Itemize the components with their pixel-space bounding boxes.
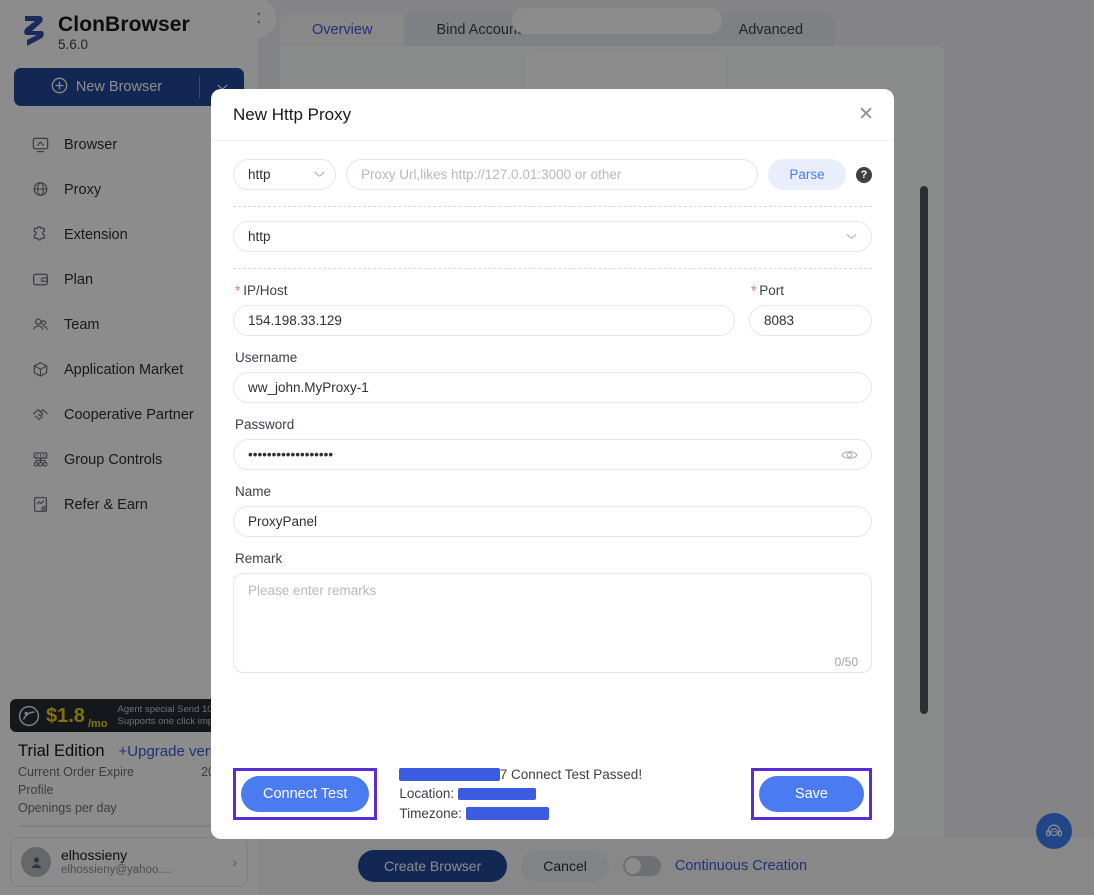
status-line-result: 154.198.233.1177 Connect Test Passed!	[399, 765, 737, 785]
eye-icon[interactable]	[841, 448, 858, 461]
password-label: Password	[235, 417, 872, 432]
proxy-url-row: http Parse ?	[233, 159, 872, 190]
protocol-select[interactable]: http	[233, 159, 336, 190]
username-label: Username	[235, 350, 872, 365]
required-marker: *	[751, 283, 756, 298]
connect-test-status: 154.198.233.1177 Connect Test Passed! Lo…	[391, 765, 737, 824]
status-result-text: 7 Connect Test Passed!	[500, 767, 642, 782]
port-input[interactable]	[749, 305, 872, 336]
help-icon[interactable]: ?	[856, 167, 872, 183]
save-highlight: Save	[751, 768, 872, 820]
protocol-select-value: http	[248, 167, 271, 182]
name-group: Name	[233, 484, 872, 537]
username-group: Username	[233, 350, 872, 403]
redacted-location: Italy,Palermo	[458, 784, 536, 804]
proxy-type-select[interactable]: http	[233, 221, 872, 252]
proxy-url-input[interactable]	[346, 159, 758, 190]
status-line-location: Location: Italy,Palermo	[399, 784, 737, 804]
password-group: Password	[233, 417, 872, 470]
dialog-header: New Http Proxy ✕	[211, 89, 894, 141]
parse-button[interactable]: Parse	[768, 159, 846, 190]
host-port-row: *IP/Host *Port	[233, 283, 872, 336]
host-label: *IP/Host	[235, 283, 735, 298]
status-line-timezone: Timezone: Europe/Rome	[399, 804, 737, 824]
remark-group: Remark 0/50	[233, 551, 872, 678]
remark-label: Remark	[235, 551, 872, 566]
remark-counter: 0/50	[835, 655, 858, 669]
redacted-ip: 154.198.233.117	[399, 765, 499, 785]
location-label: Location:	[399, 786, 454, 801]
save-button[interactable]: Save	[759, 776, 864, 812]
name-label: Name	[235, 484, 872, 499]
required-marker: *	[235, 283, 240, 298]
dialog-footer: Connect Test 154.198.233.1177 Connect Te…	[211, 749, 894, 839]
dialog-title: New Http Proxy	[233, 105, 858, 125]
new-http-proxy-dialog: New Http Proxy ✕ http Parse ? http	[211, 89, 894, 839]
divider	[233, 268, 872, 269]
close-icon[interactable]: ✕	[858, 105, 874, 124]
app-root: ClonBrowser 5.6.0 New Browser	[0, 0, 1094, 895]
password-input[interactable]	[233, 439, 872, 470]
connect-test-button[interactable]: Connect Test	[241, 776, 369, 812]
chevron-down-icon	[314, 169, 325, 181]
username-input[interactable]	[233, 372, 872, 403]
redacted-timezone: Europe/Rome	[466, 804, 549, 824]
remark-textarea[interactable]	[233, 573, 872, 673]
timezone-label: Timezone:	[399, 806, 462, 821]
dialog-body: http Parse ? http	[211, 141, 894, 749]
chevron-down-icon	[846, 231, 857, 243]
connect-test-highlight: Connect Test	[233, 768, 377, 820]
proxy-type-value: http	[248, 229, 271, 244]
divider	[233, 206, 872, 207]
host-input[interactable]	[233, 305, 735, 336]
name-input[interactable]	[233, 506, 872, 537]
port-label: *Port	[751, 283, 872, 298]
